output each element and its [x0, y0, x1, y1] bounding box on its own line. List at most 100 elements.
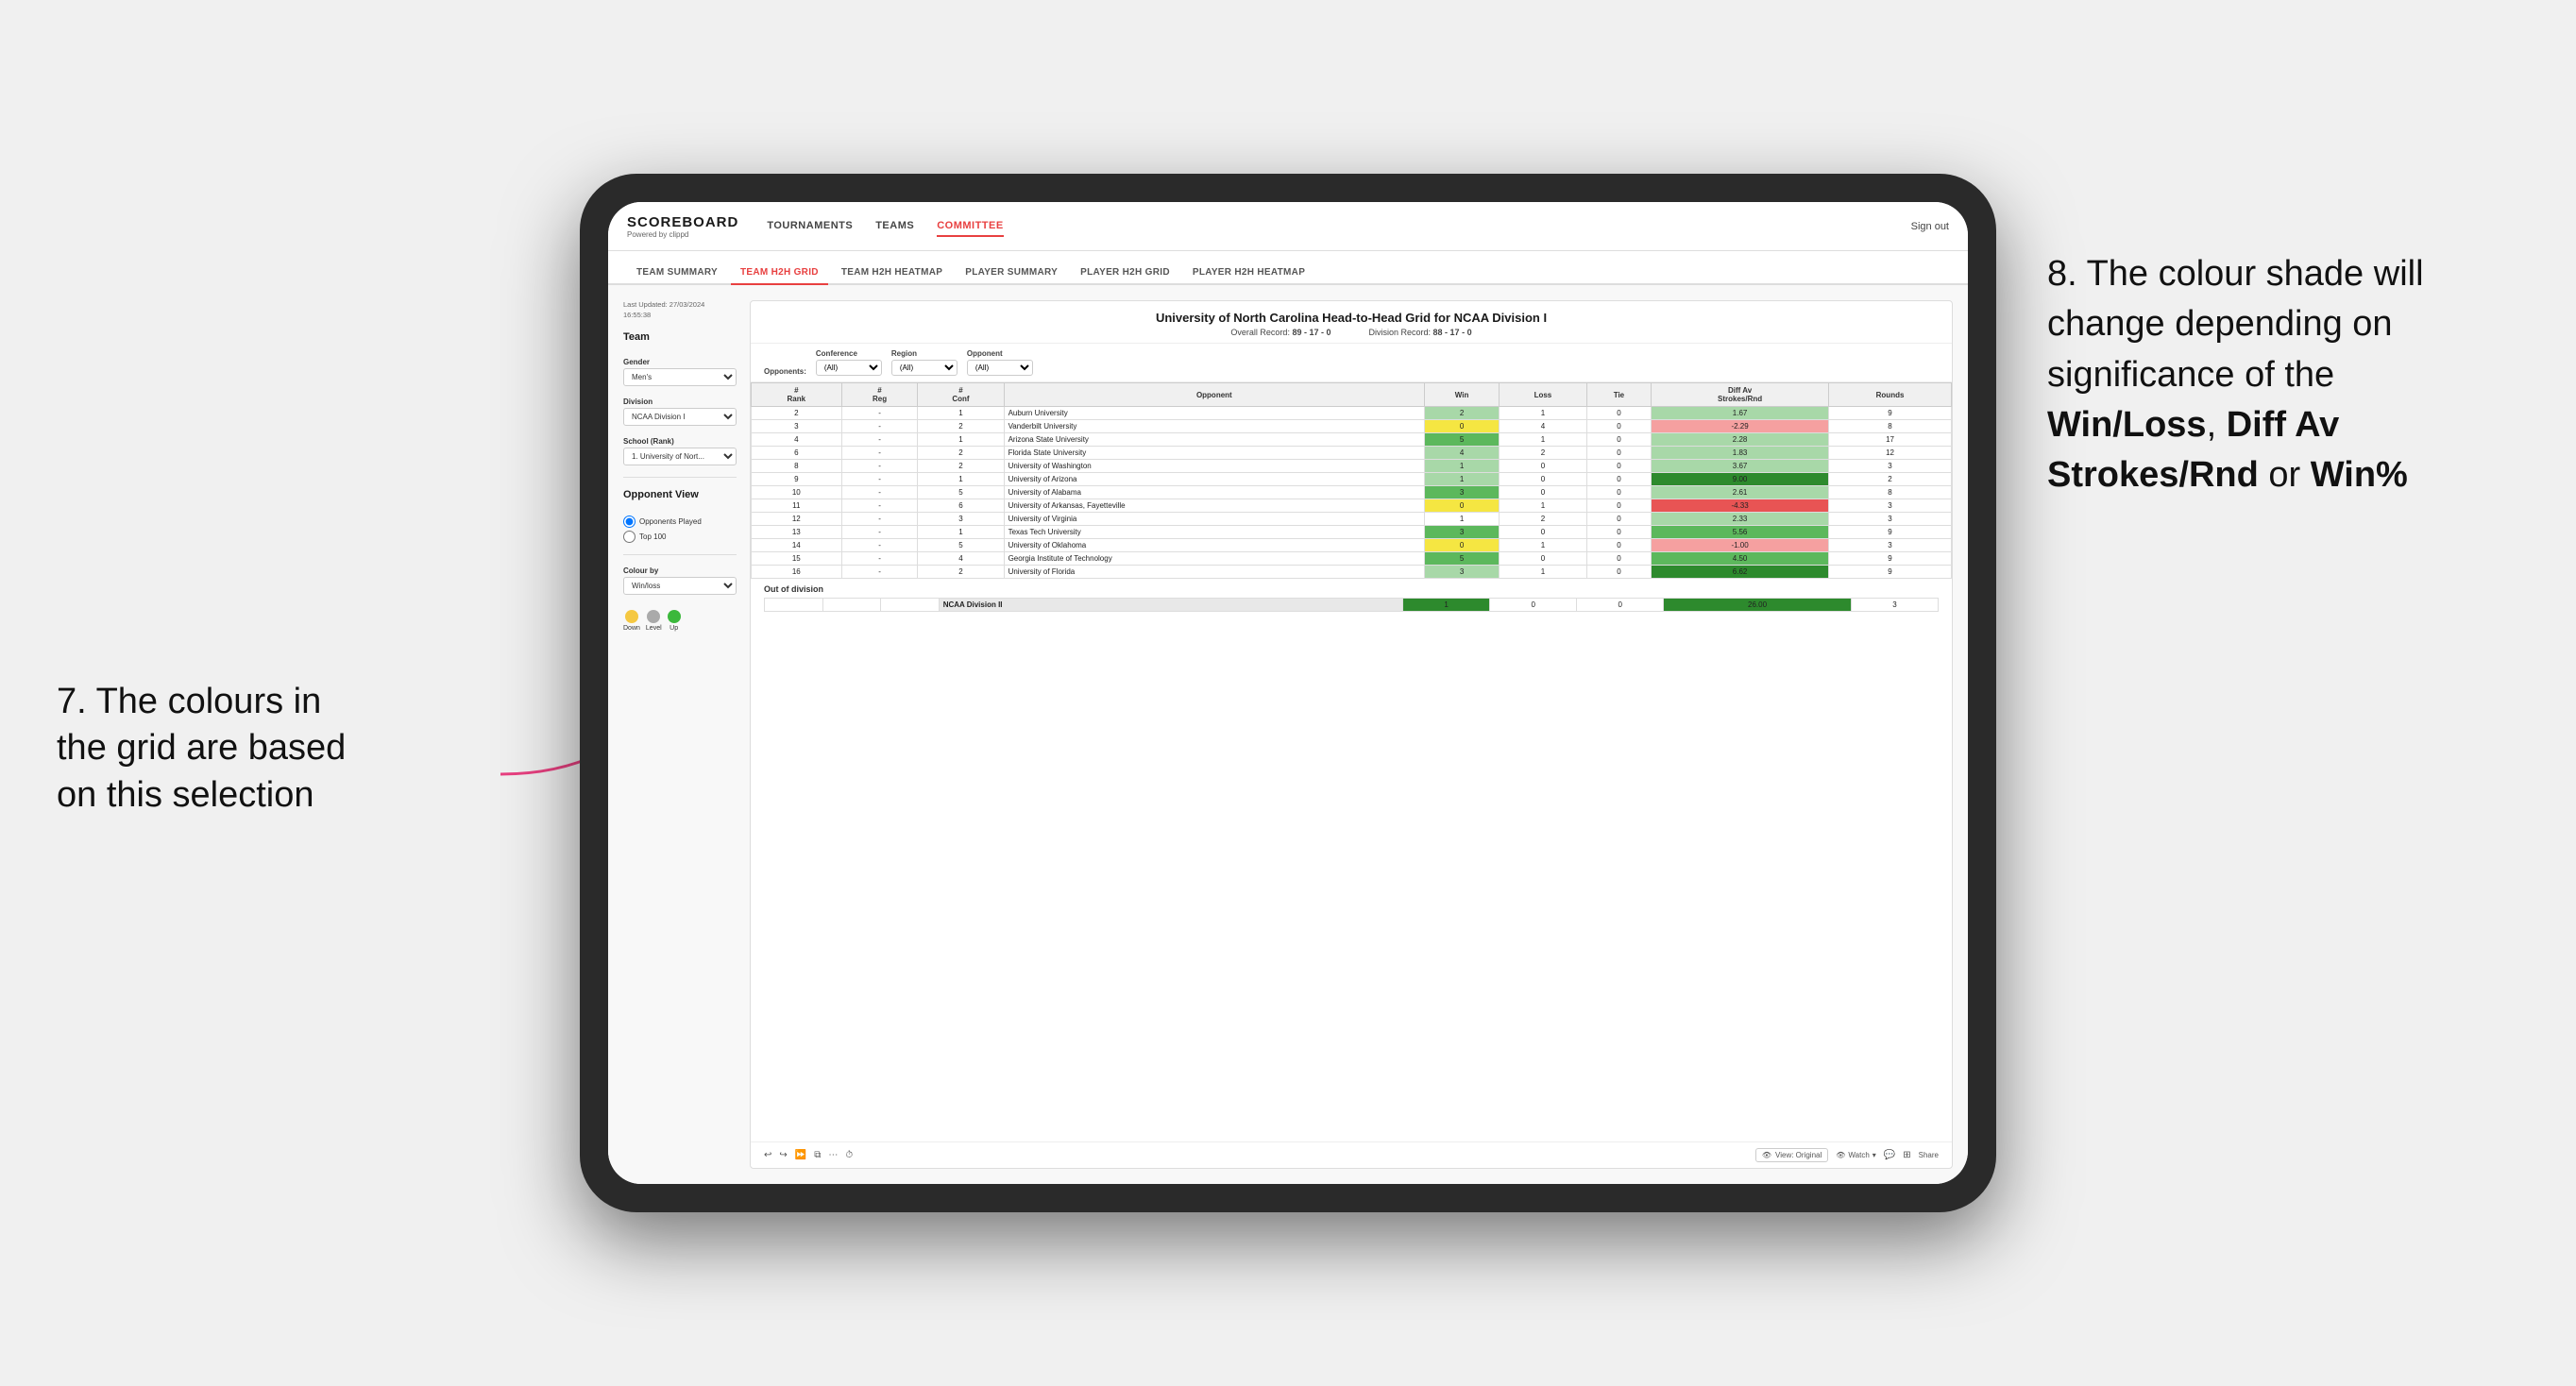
- gender-select[interactable]: Men's: [623, 368, 737, 386]
- col-win: Win: [1425, 383, 1500, 407]
- col-opponent: Opponent: [1004, 383, 1425, 407]
- table-cell: 3: [1829, 539, 1952, 552]
- undo-btn[interactable]: ↩: [764, 1150, 771, 1160]
- table-cell: -1.00: [1652, 539, 1829, 552]
- table-cell: 2: [918, 420, 1004, 433]
- watch-btn[interactable]: 👁 Watch ▾: [1836, 1151, 1876, 1159]
- radio-top100[interactable]: Top 100: [623, 531, 737, 543]
- table-row: 4-1Arizona State University5102.2817: [752, 433, 1952, 447]
- grid-title: University of North Carolina Head-to-Hea…: [764, 311, 1939, 325]
- tab-player-summary[interactable]: PLAYER SUMMARY: [956, 262, 1067, 283]
- sidebar: Last Updated: 27/03/2024 16:55:38 Team G…: [623, 300, 737, 1169]
- conference-select[interactable]: (All): [816, 360, 882, 376]
- table-cell: 0: [1586, 473, 1651, 486]
- opponent-select[interactable]: (All): [967, 360, 1033, 376]
- table-cell: 2: [1829, 473, 1952, 486]
- table-cell: 2.28: [1652, 433, 1829, 447]
- logo-subtitle: Powered by clippd: [627, 230, 738, 239]
- clock-btn[interactable]: ⏱: [845, 1150, 853, 1160]
- table-cell: 0: [1425, 499, 1500, 513]
- col-diff: Diff AvStrokes/Rnd: [1652, 383, 1829, 407]
- col-rank: #Rank: [752, 383, 842, 407]
- table-cell: 0: [1586, 526, 1651, 539]
- step-forward-btn[interactable]: ⏩: [795, 1150, 806, 1160]
- annotation-right-text: 8. The colour shade will change dependin…: [2047, 254, 2424, 394]
- tab-team-summary[interactable]: TEAM SUMMARY: [627, 262, 727, 283]
- table-cell: University of Virginia: [1004, 513, 1425, 526]
- redo-btn[interactable]: ↪: [779, 1150, 787, 1160]
- table-cell: 0: [1586, 513, 1651, 526]
- tab-player-h2h-grid[interactable]: PLAYER H2H GRID: [1071, 262, 1179, 283]
- ood-title: Out of division: [764, 584, 1939, 594]
- table-cell: 0: [1586, 486, 1651, 499]
- table-cell: 0: [1500, 473, 1587, 486]
- table-cell: 0: [1586, 420, 1651, 433]
- table-cell: 3: [1829, 513, 1952, 526]
- opponent-filter: Opponent (All): [967, 349, 1033, 376]
- table-cell: 1: [918, 526, 1004, 539]
- table-cell: 4: [1425, 447, 1500, 460]
- annotation-bold-winpct: Win%: [2311, 455, 2408, 495]
- table-cell: 2: [918, 566, 1004, 579]
- annotation-left-text: 7. The colours in the grid are based on …: [57, 682, 346, 815]
- ood-cell: 1: [1403, 599, 1490, 612]
- table-cell: 1: [918, 433, 1004, 447]
- legend-up-circle: [668, 610, 681, 623]
- present-btn[interactable]: ⊞: [1903, 1150, 1910, 1160]
- table-cell: 5: [918, 486, 1004, 499]
- table-row: 13-1Texas Tech University3005.569: [752, 526, 1952, 539]
- table-cell: 6.62: [1652, 566, 1829, 579]
- table-cell: 3: [1829, 499, 1952, 513]
- ood-cell: 0: [1490, 599, 1577, 612]
- col-rounds: Rounds: [1829, 383, 1952, 407]
- table-row: 2-1Auburn University2101.679: [752, 407, 1952, 420]
- nav-committee[interactable]: COMMITTEE: [937, 216, 1004, 237]
- table-cell: University of Alabama: [1004, 486, 1425, 499]
- view-original-btn[interactable]: 👁 View: Original: [1755, 1148, 1828, 1162]
- division-select[interactable]: NCAA Division I: [623, 408, 737, 426]
- table-cell: 17: [1829, 433, 1952, 447]
- comment-btn[interactable]: 💬: [1884, 1150, 1895, 1160]
- tab-player-h2h-heatmap[interactable]: PLAYER H2H HEATMAP: [1183, 262, 1314, 283]
- division-label: Division: [623, 397, 737, 406]
- legend-down-circle: [625, 610, 638, 623]
- table-cell: 3: [1425, 486, 1500, 499]
- tab-team-h2h-grid[interactable]: TEAM H2H GRID: [731, 262, 828, 285]
- table-cell: -: [841, 566, 918, 579]
- table-cell: 0: [1425, 539, 1500, 552]
- table-cell: 0: [1586, 407, 1651, 420]
- table-cell: 1.67: [1652, 407, 1829, 420]
- table-cell: University of Arizona: [1004, 473, 1425, 486]
- col-loss: Loss: [1500, 383, 1587, 407]
- colour-by-select[interactable]: Win/loss: [623, 577, 737, 595]
- ood-row: NCAA Division II10026.003: [765, 599, 1939, 612]
- more-btn[interactable]: ⋯: [828, 1150, 838, 1160]
- legend-level-circle: [647, 610, 660, 623]
- table-cell: 0: [1586, 499, 1651, 513]
- tab-team-h2h-heatmap[interactable]: TEAM H2H HEATMAP: [832, 262, 952, 283]
- share-btn[interactable]: Share: [1919, 1151, 1939, 1159]
- table-cell: 0: [1586, 447, 1651, 460]
- sign-out-link[interactable]: Sign out: [1911, 221, 1949, 232]
- copy-btn[interactable]: ⧉: [814, 1150, 821, 1160]
- col-conf: #Conf: [918, 383, 1004, 407]
- table-cell: University of Washington: [1004, 460, 1425, 473]
- region-select[interactable]: (All): [891, 360, 958, 376]
- nav-tournaments[interactable]: TOURNAMENTS: [767, 216, 853, 237]
- colour-by-label: Colour by: [623, 566, 737, 575]
- overall-record: Overall Record: 89 - 17 - 0: [1230, 328, 1330, 337]
- table-cell: University of Oklahoma: [1004, 539, 1425, 552]
- table-cell: Vanderbilt University: [1004, 420, 1425, 433]
- grid-header: University of North Carolina Head-to-Hea…: [751, 301, 1952, 344]
- table-cell: 12: [1829, 447, 1952, 460]
- radio-opponents-played[interactable]: Opponents Played: [623, 516, 737, 528]
- sidebar-divider-2: [623, 554, 737, 555]
- table-cell: 0: [1586, 460, 1651, 473]
- grid-area: University of North Carolina Head-to-Hea…: [750, 300, 1953, 1169]
- table-cell: 6: [918, 499, 1004, 513]
- school-select[interactable]: 1. University of Nort...: [623, 448, 737, 465]
- nav-teams[interactable]: TEAMS: [875, 216, 914, 237]
- table-cell: 1: [918, 407, 1004, 420]
- table-cell: 8: [1829, 420, 1952, 433]
- table-cell: 4.50: [1652, 552, 1829, 566]
